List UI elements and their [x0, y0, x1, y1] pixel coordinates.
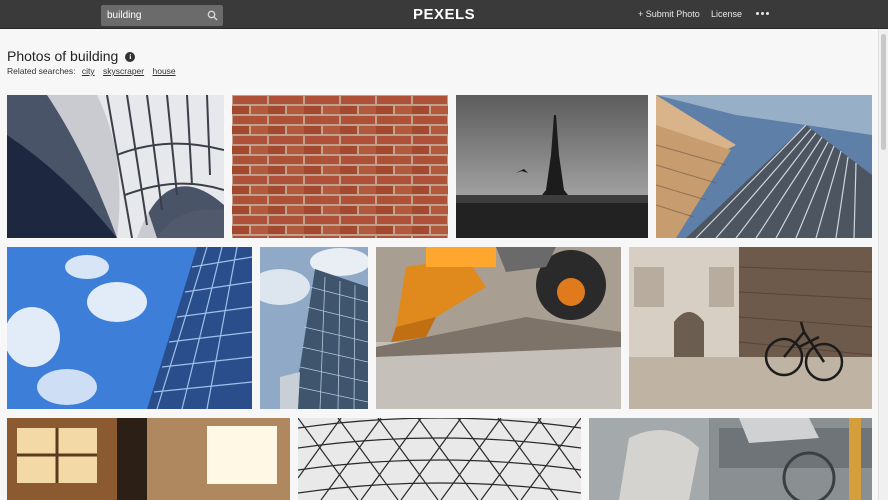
related-search-skyscraper[interactable]: skyscraper [103, 66, 144, 76]
photo-glass-dome-lattice[interactable] [298, 418, 581, 500]
photo-archway-bicycle[interactable] [629, 247, 872, 409]
license-link[interactable]: License [711, 9, 742, 19]
search-box[interactable] [101, 5, 223, 26]
photo-red-brick-wall[interactable] [232, 95, 448, 238]
photo-blue-sky-glass-facade[interactable] [7, 247, 252, 409]
photo-brick-interior-windows[interactable] [7, 418, 290, 500]
related-searches-label: Related searches: [7, 66, 76, 76]
top-navigation-bar: PEXELS + Submit Photo License [0, 0, 888, 29]
search-icon[interactable] [207, 10, 218, 21]
related-searches: Related searches: city skyscraper house [7, 66, 176, 76]
page-title: Photos of building [7, 48, 119, 64]
photo-bicycle-closeup[interactable] [589, 418, 872, 500]
related-search-city[interactable]: city [82, 66, 95, 76]
pexels-logo[interactable]: PEXELS [413, 6, 475, 23]
scrollbar-thumb[interactable] [881, 34, 886, 150]
photo-glass-skyscraper-lowangle[interactable] [656, 95, 872, 238]
photo-reflective-tower[interactable] [260, 247, 368, 409]
info-icon[interactable]: i [125, 51, 136, 62]
submit-photo-link[interactable]: + Submit Photo [638, 9, 700, 19]
photo-eiffel-tower-bw[interactable] [456, 95, 648, 238]
more-menu-icon[interactable] [756, 12, 770, 16]
photo-bulldozer-wheel[interactable] [376, 247, 621, 409]
search-input[interactable] [101, 5, 205, 26]
photo-library-curved-glass[interactable] [7, 95, 224, 238]
related-search-house[interactable]: house [152, 66, 175, 76]
